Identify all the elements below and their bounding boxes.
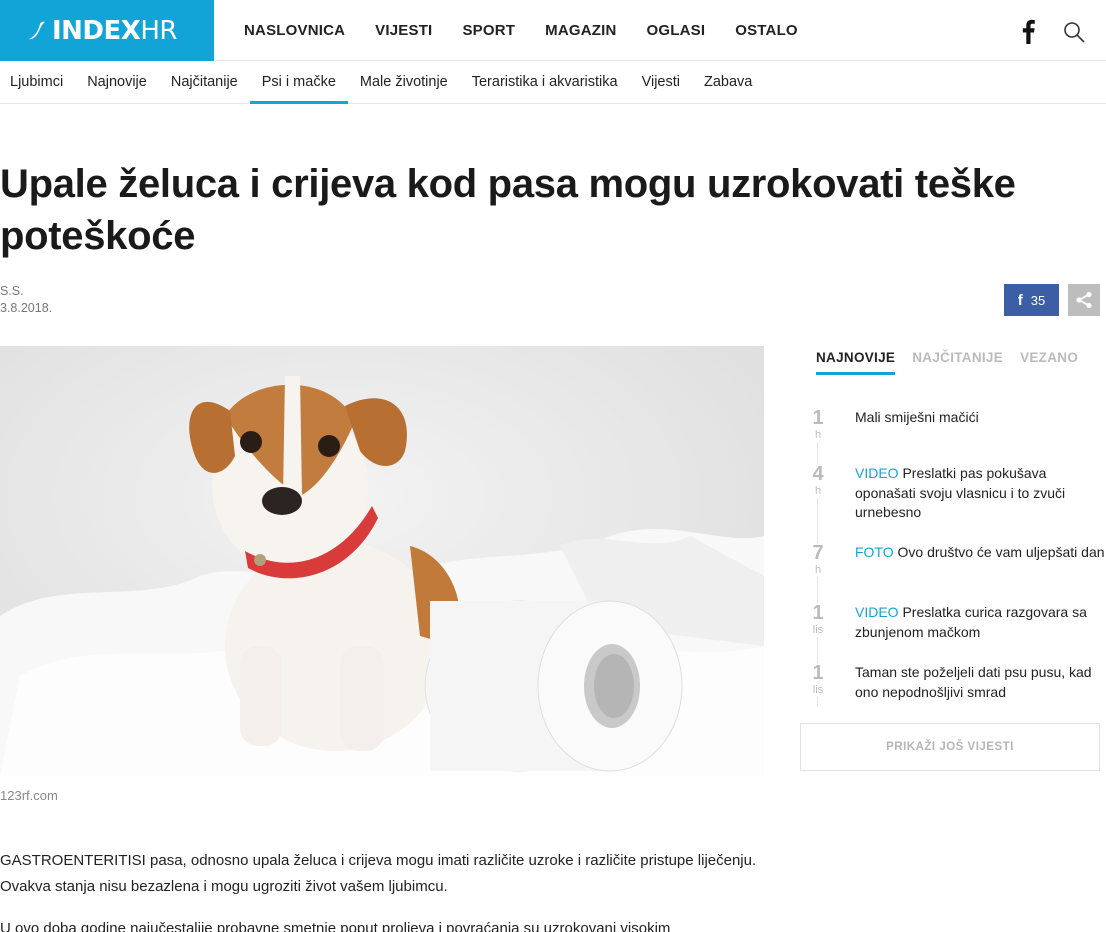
feed-time: 1 lis bbox=[806, 603, 830, 637]
feed-headline[interactable]: VIDEO Preslatka curica razgovara sa zbun… bbox=[855, 603, 1105, 642]
foto-tag: FOTO bbox=[855, 544, 894, 560]
subnav-zabava[interactable]: Zabava bbox=[692, 61, 764, 103]
facebook-icon[interactable] bbox=[1018, 18, 1038, 44]
tab-vezano[interactable]: VEZANO bbox=[1020, 350, 1078, 375]
feed-headline[interactable]: VIDEO Preslatki pas pokušava oponašati s… bbox=[855, 464, 1105, 523]
article-paragraph: GASTROENTERITISI pasa, odnosno upala žel… bbox=[0, 852, 757, 895]
nav-naslovnica[interactable]: NASLOVNICA bbox=[229, 22, 360, 39]
main-nav: NASLOVNICA VIJESTI SPORT MAGAZIN OGLASI … bbox=[229, 0, 813, 61]
tab-najcitanije[interactable]: NAJČITANIJE bbox=[912, 350, 1003, 375]
feed-headline[interactable]: FOTO Ovo društvo će vam uljepšati dan bbox=[855, 543, 1105, 563]
sidebar-tabs: NAJNOVIJE NAJČITANIJE VEZANO bbox=[816, 350, 1078, 375]
nav-magazin[interactable]: MAGAZIN bbox=[530, 22, 631, 39]
show-more-news-button[interactable]: PRIKAŽI JOŠ VIJESTI bbox=[800, 723, 1100, 771]
article-body: GASTROENTERITISI pasa, odnosno upala žel… bbox=[0, 848, 764, 932]
article-author: S.S. bbox=[0, 284, 24, 298]
facebook-share-button[interactable]: f 35 bbox=[1004, 284, 1059, 316]
section-subnav: Ljubimci Najnovije Najčitanije Psi i mač… bbox=[0, 61, 1106, 104]
feed-time: 7 h bbox=[806, 543, 830, 577]
video-tag: VIDEO bbox=[855, 465, 899, 481]
subnav-male-zivotinje[interactable]: Male životinje bbox=[348, 61, 460, 103]
nav-sport[interactable]: SPORT bbox=[447, 22, 530, 39]
nav-oglasi[interactable]: OGLASI bbox=[632, 22, 721, 39]
article-paragraph: U ovo doba godine najučestalije probavne… bbox=[0, 920, 671, 932]
subnav-teraristika[interactable]: Teraristika i akvaristika bbox=[460, 61, 630, 103]
feed-headline[interactable]: Taman ste poželjeli dati psu pusu, kad o… bbox=[855, 663, 1105, 702]
article-hero-image bbox=[0, 346, 764, 776]
nav-vijesti[interactable]: VIJESTI bbox=[360, 22, 447, 39]
puppy-with-toilet-paper-image bbox=[0, 346, 764, 776]
image-caption: 123rf.com bbox=[0, 788, 58, 803]
subnav-najcitanije[interactable]: Najčitanije bbox=[159, 61, 250, 103]
top-header: INDEX HR NASLOVNICA VIJESTI SPORT MAGAZI… bbox=[0, 0, 1106, 61]
article-title: Upale želuca i crijeva kod pasa mogu uzr… bbox=[0, 162, 1016, 258]
feed-time: 4 h bbox=[806, 464, 830, 498]
article-date: 3.8.2018. bbox=[0, 301, 53, 315]
feed-time: 1 h bbox=[806, 408, 830, 442]
search-icon[interactable] bbox=[1062, 20, 1086, 44]
subnav-ljubimci[interactable]: Ljubimci bbox=[0, 61, 75, 103]
logo-text: INDEX bbox=[52, 15, 141, 46]
tab-najnovije[interactable]: NAJNOVIJE bbox=[816, 350, 896, 375]
feed-headline[interactable]: Mali smiješni mačići bbox=[855, 408, 1105, 428]
site-logo[interactable]: INDEX HR bbox=[0, 0, 214, 61]
facebook-share-count: 35 bbox=[1030, 292, 1046, 308]
share-icon bbox=[1076, 291, 1092, 309]
logo-suffix: HR bbox=[140, 15, 177, 46]
article-meta: S.S. 3.8.2018. bbox=[0, 283, 52, 317]
feed-time: 1 lis bbox=[806, 663, 830, 697]
facebook-share-icon: f bbox=[1017, 291, 1023, 309]
nav-ostalo[interactable]: OSTALO bbox=[720, 22, 813, 39]
video-tag: VIDEO bbox=[855, 604, 899, 620]
subnav-najnovije[interactable]: Najnovije bbox=[75, 61, 159, 103]
subnav-psi-i-macke[interactable]: Psi i mačke bbox=[249, 61, 349, 104]
logo-swoosh-icon bbox=[29, 21, 45, 39]
subnav-vijesti[interactable]: Vijesti bbox=[630, 61, 692, 103]
share-button[interactable] bbox=[1068, 284, 1100, 316]
